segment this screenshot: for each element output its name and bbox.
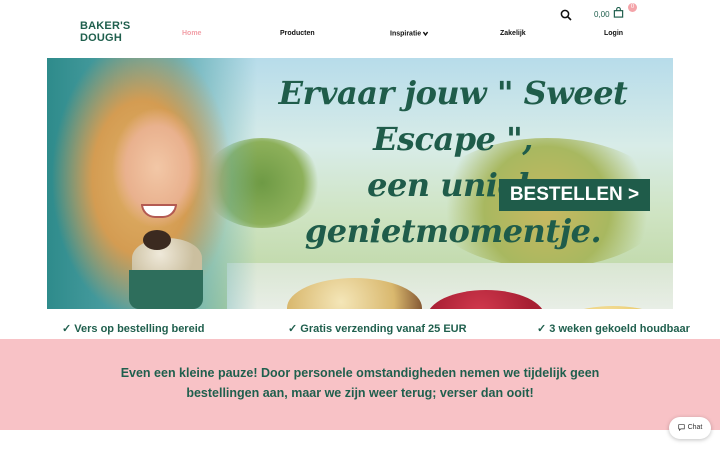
nav-producten[interactable]: Producten xyxy=(280,30,315,37)
logo[interactable]: BAKER'S DOUGH xyxy=(80,20,131,54)
search-icon[interactable] xyxy=(560,9,572,21)
hero-headline: Ervaar jouw " Sweet Escape ", een uniek … xyxy=(233,70,673,254)
usp-fresh: ✓ Vers op bestelling bereid xyxy=(62,323,205,335)
notice-line-2: bestellingen aan, maar we zijn weer teru… xyxy=(186,386,534,400)
nav-home[interactable]: Home xyxy=(182,30,201,37)
cart-count-badge: 0 xyxy=(628,3,637,12)
notice-line-1: Even een kleine pauze! Door personele om… xyxy=(120,366,600,380)
cart-icon[interactable] xyxy=(613,7,624,18)
nav-inspiratie[interactable]: Inspiratie xyxy=(390,30,429,37)
hero-headline-line-1: Ervaar jouw " Sweet Escape ", xyxy=(278,74,628,158)
nav-zakelijk[interactable]: Zakelijk xyxy=(500,30,526,37)
notice-text: Even een kleine pauze! Door personele om… xyxy=(110,363,610,403)
usp-free-shipping: ✓ Gratis verzending vanaf 25 EUR xyxy=(288,323,467,335)
order-button[interactable]: BESTELLEN > xyxy=(499,179,650,211)
ice-cream-cup xyxy=(129,270,203,309)
logo-line-1: BAKER'S xyxy=(80,20,131,32)
nav-inspiratie-label: Inspiratie xyxy=(390,30,422,38)
chat-button[interactable]: Chat xyxy=(669,417,711,439)
chevron-down-icon xyxy=(422,31,429,37)
usp-shelf-life: ✓ 3 weken gekoeld houdbaar xyxy=(537,323,690,335)
ice-cream-topping xyxy=(143,230,171,250)
hero-banner[interactable]: Ervaar jouw " Sweet Escape ", een uniek … xyxy=(47,58,673,309)
header: BAKER'S DOUGH Home Producten Inspiratie … xyxy=(0,0,720,58)
chat-icon xyxy=(677,424,685,431)
chat-label: Chat xyxy=(687,424,703,431)
cart-total[interactable]: 0,00 xyxy=(594,10,610,19)
nav-login[interactable]: Login xyxy=(604,30,623,37)
notice-banner: Even een kleine pauze! Door personele om… xyxy=(0,339,720,430)
logo-line-2: DOUGH xyxy=(80,32,122,44)
